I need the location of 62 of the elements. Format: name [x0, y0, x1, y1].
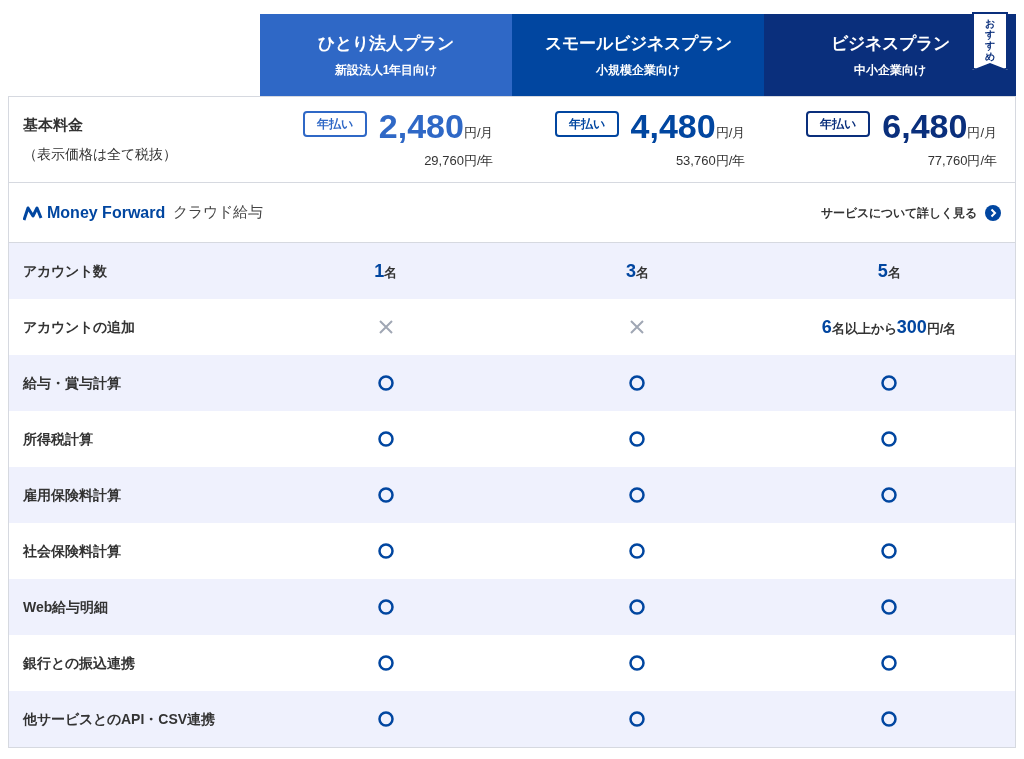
- price-unit: 円/月: [967, 124, 997, 143]
- price-unit: 円/月: [463, 124, 494, 143]
- price-label: 基本料金: [23, 114, 84, 135]
- yearly-price: 53,760円/年: [675, 151, 746, 170]
- price-unit: 円/月: [715, 124, 746, 143]
- plan-target: 小規模企業向け: [596, 61, 680, 79]
- plan-name: ひとり法人プラン: [318, 33, 454, 56]
- plan-name: スモールビジネスプラン: [544, 33, 732, 56]
- circle-icon: [881, 375, 898, 391]
- feature-label: Web給与明細: [22, 597, 110, 617]
- tax-note: （表示価格は全て税抜）: [23, 145, 178, 165]
- circle-icon: [629, 487, 646, 503]
- feature-label: 雇用保険料計算: [22, 485, 122, 505]
- circle-icon: [881, 599, 898, 615]
- circle-icon: [377, 543, 394, 559]
- service-link[interactable]: サービスについて詳しく見る: [821, 203, 1001, 222]
- cell-text: 5名: [877, 259, 901, 283]
- monthly-price: 6,480: [882, 108, 968, 143]
- monthly-price: 2,480: [378, 108, 464, 143]
- brand-name: Money Forward: [47, 202, 166, 223]
- circle-icon: [629, 599, 646, 615]
- plan-target: 新設法人1年目向け: [334, 61, 438, 79]
- feature-label: 所得税計算: [22, 429, 94, 449]
- circle-icon: [377, 375, 394, 391]
- feature-label: 給与・賞与計算: [21, 373, 122, 393]
- feature-label: 社会保険料計算: [22, 541, 122, 561]
- circle-icon: [881, 543, 898, 559]
- circle-icon: [629, 543, 646, 559]
- yearly-price: 77,760円/年: [927, 151, 997, 170]
- circle-icon: [629, 375, 646, 391]
- circle-icon: [377, 599, 394, 615]
- circle-icon: [881, 487, 898, 503]
- cross-icon: [377, 319, 394, 335]
- circle-icon: [881, 655, 898, 671]
- billing-badge: 年払い: [806, 110, 871, 137]
- feature-label: 銀行との振込連携: [22, 653, 136, 673]
- cell-text: 3名: [625, 259, 649, 283]
- cell-text: 1名: [374, 259, 398, 283]
- plan-target: 中小企業向け: [854, 61, 926, 79]
- circle-icon: [881, 431, 898, 447]
- yearly-price: 29,760円/年: [424, 151, 494, 170]
- circle-icon: [629, 711, 646, 727]
- billing-badge: 年払い: [554, 110, 619, 137]
- chevron-circle-icon: [985, 204, 1001, 221]
- recommended-ribbon: おすすめ: [972, 12, 1008, 70]
- feature-label: アカウントの追加: [22, 317, 136, 337]
- plan-name: ビジネスプラン: [830, 33, 950, 56]
- logo-icon: [23, 204, 43, 221]
- circle-icon: [377, 431, 394, 447]
- circle-icon: [629, 655, 646, 671]
- circle-icon: [377, 655, 394, 671]
- circle-icon: [629, 431, 646, 447]
- circle-icon: [377, 487, 394, 503]
- circle-icon: [377, 711, 394, 727]
- cross-icon: [629, 319, 646, 335]
- feature-label: 他サービスとのAPI・CSV連携: [22, 709, 217, 729]
- cell-text: 6名以上から300円/名: [821, 315, 957, 339]
- billing-badge: 年払い: [302, 110, 367, 137]
- feature-label: アカウント数: [22, 261, 108, 281]
- product-name: クラウド給与: [173, 202, 264, 223]
- monthly-price: 4,480: [630, 108, 716, 143]
- circle-icon: [881, 711, 898, 727]
